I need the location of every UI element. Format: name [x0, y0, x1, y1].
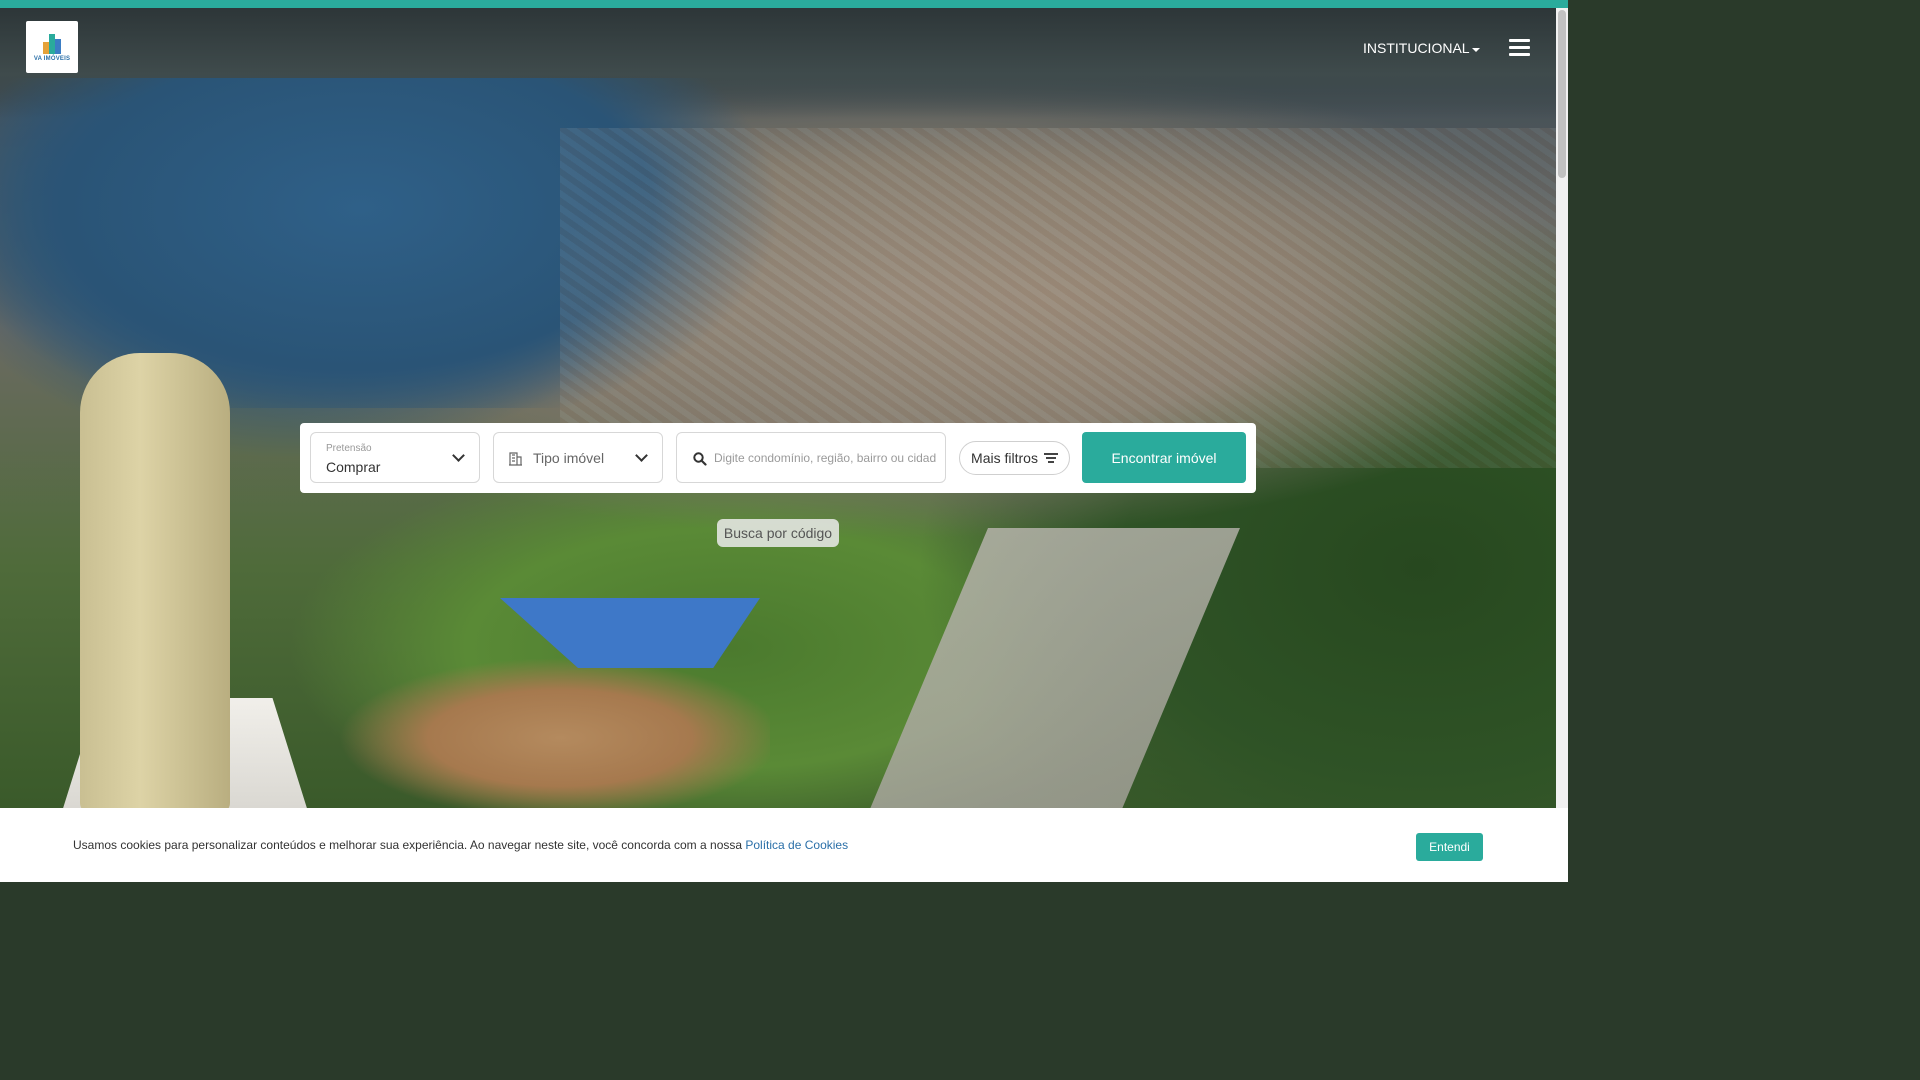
site-logo[interactable]: VA IMÓVEIS — [26, 21, 78, 73]
mais-filtros-label: Mais filtros — [971, 450, 1038, 466]
cookie-message: Usamos cookies para personalizar conteúd… — [73, 838, 848, 852]
hero-background-image — [0, 8, 1556, 808]
hero-path — [862, 528, 1240, 808]
chevron-down-icon — [635, 449, 648, 462]
scrollbar-thumb[interactable] — [1558, 10, 1566, 178]
tipo-imovel-placeholder: Tipo imóvel — [533, 450, 605, 466]
caret-down-icon — [1471, 47, 1480, 52]
building-icon — [509, 452, 522, 466]
pretensao-value: Comprar — [326, 459, 381, 475]
top-accent-bar — [0, 0, 1568, 8]
cookie-accept-button[interactable]: Entendi — [1416, 833, 1483, 861]
pretensao-select[interactable]: Pretensão Comprar — [310, 432, 480, 483]
cookie-policy-link[interactable]: Política de Cookies — [745, 838, 848, 852]
chevron-down-icon — [452, 449, 465, 462]
logo-text: VA IMÓVEIS — [33, 56, 71, 62]
search-icon — [693, 452, 707, 466]
tipo-imovel-select[interactable]: Tipo imóvel — [493, 432, 663, 483]
nav-institucional-label: INSTITUCIONAL — [1363, 40, 1470, 56]
filter-icon — [1043, 453, 1058, 463]
cookie-consent-bar: Usamos cookies para personalizar conteúd… — [0, 808, 1568, 882]
location-search-input[interactable] — [714, 447, 936, 469]
pretensao-label: Pretensão — [326, 443, 372, 454]
mais-filtros-button[interactable]: Mais filtros — [959, 441, 1070, 475]
hamburger-menu-icon[interactable] — [1509, 39, 1530, 56]
hero-ground — [300, 648, 770, 808]
busca-por-codigo-button[interactable]: Busca por código — [717, 519, 839, 547]
page-scrollbar[interactable] — [1556, 8, 1568, 808]
nav-institucional-dropdown[interactable]: INSTITUCIONAL — [1363, 40, 1480, 56]
hero-city — [560, 128, 1556, 468]
encontrar-imovel-button[interactable]: Encontrar imóvel — [1082, 432, 1246, 483]
logo-mark-icon — [41, 32, 63, 54]
location-search-box — [676, 432, 946, 483]
hero-statue — [80, 353, 230, 808]
search-panel: Pretensão Comprar Tipo imóvel Mais filtr… — [300, 423, 1256, 493]
cookie-text: Usamos cookies para personalizar conteúd… — [73, 838, 746, 852]
